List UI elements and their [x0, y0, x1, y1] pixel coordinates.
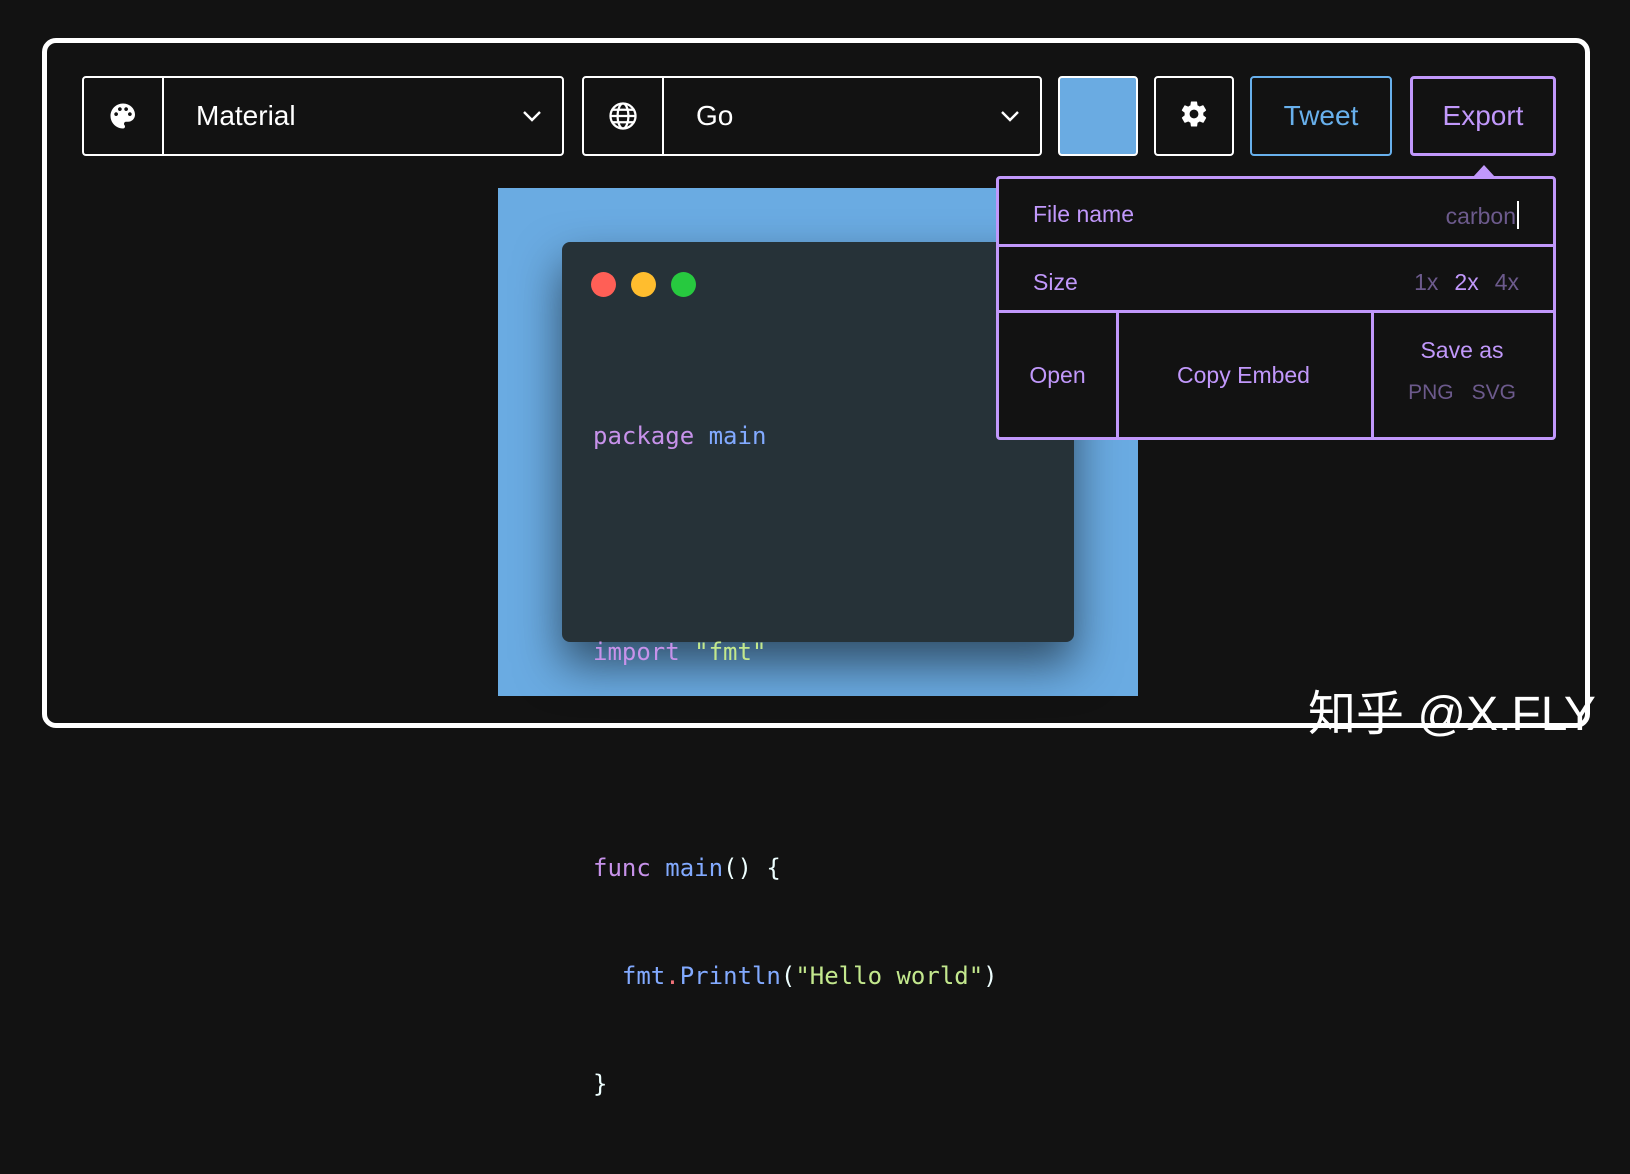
code-token: } [593, 1070, 608, 1098]
size-option-4x[interactable]: 4x [1495, 269, 1519, 295]
size-label: Size [1033, 269, 1078, 295]
size-option-2x[interactable]: 2x [1454, 269, 1478, 295]
export-button[interactable]: Export [1410, 76, 1556, 156]
size-row: Size 1x 2x 4x [999, 247, 1553, 313]
watermark: 知乎 @X.FLY [1308, 688, 1596, 741]
size-options: 1x 2x 4x [1398, 269, 1519, 296]
code-token: fmt [621, 962, 666, 990]
code-line: func main() { [593, 850, 998, 886]
code-token: ) [983, 962, 998, 990]
code-line: } [593, 1066, 998, 1102]
save-svg-button[interactable]: SVG [1472, 381, 1516, 404]
file-name-row: File name carbon [999, 179, 1553, 247]
size-option-1x[interactable]: 1x [1414, 269, 1438, 295]
maximize-dot [671, 272, 696, 297]
chevron-down-icon [980, 110, 1040, 122]
language-dropdown[interactable]: Go [582, 76, 1042, 156]
open-button[interactable]: Open [999, 313, 1119, 437]
palette-icon [84, 78, 164, 154]
tweet-button[interactable]: Tweet [1250, 76, 1392, 156]
file-name-input[interactable]: carbon [1446, 201, 1519, 230]
code-token: "fmt" [694, 638, 767, 666]
save-formats: PNG SVG [1371, 381, 1553, 405]
code-token: () { [723, 854, 781, 882]
text-caret [1517, 201, 1519, 229]
code-token: . [665, 962, 680, 990]
file-name-value: carbon [1445, 203, 1516, 229]
theme-dropdown[interactable]: Material [82, 76, 564, 156]
code-token: Println [679, 962, 781, 990]
save-png-button[interactable]: PNG [1408, 381, 1454, 404]
code-line: fmt.Println("Hello world") [593, 958, 998, 994]
theme-label: Material [196, 100, 296, 131]
code-line: package main [593, 418, 998, 454]
code-token: func [593, 854, 651, 882]
gear-icon [1179, 99, 1209, 134]
code-line: import "fmt" [593, 634, 998, 670]
save-as-section: Save as PNG SVG [1371, 313, 1553, 437]
code-token: package [593, 422, 695, 450]
copy-embed-button[interactable]: Copy Embed [1116, 313, 1374, 437]
code-token: import [593, 638, 680, 666]
background-color-button[interactable] [1058, 76, 1138, 156]
code-token: ( [780, 962, 796, 990]
chevron-down-icon [502, 110, 562, 122]
code-token: main [665, 854, 724, 882]
file-name-label: File name [1033, 201, 1134, 227]
code-token: "Hello world" [795, 962, 984, 990]
settings-button[interactable] [1154, 76, 1234, 156]
language-label: Go [696, 100, 734, 131]
code-token: main [708, 422, 767, 450]
globe-icon [584, 78, 664, 154]
export-menu: File name carbon Size 1x 2x 4x Open Copy E… [996, 165, 1556, 440]
save-as-label: Save as [1420, 337, 1504, 363]
code-editor[interactable]: package main import "fmt" func main() { … [593, 346, 998, 1174]
export-menu-arrow [1473, 165, 1495, 177]
minimize-dot [631, 272, 656, 297]
actions-row: Open Copy Embed Save as PNG SVG [999, 313, 1553, 437]
close-dot [591, 272, 616, 297]
